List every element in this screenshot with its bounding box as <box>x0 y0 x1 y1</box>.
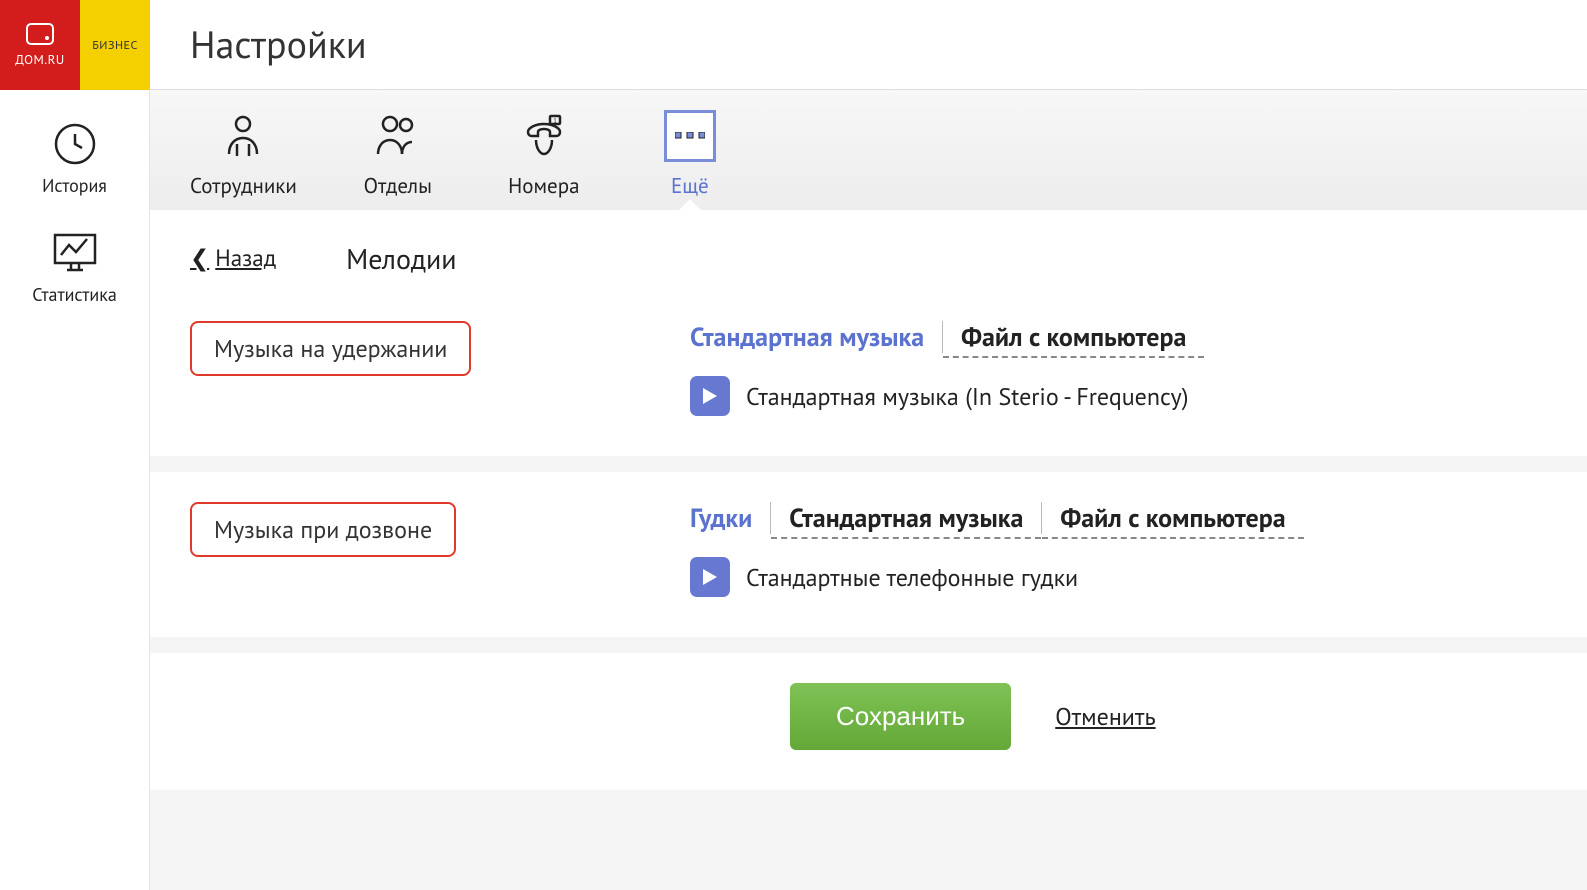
tab-label: Сотрудники <box>190 172 297 199</box>
sidebar-item-statistics[interactable]: Статистика <box>0 217 149 326</box>
more-icon <box>675 132 705 140</box>
ring-option-file[interactable]: Файл с компьютера <box>1042 502 1303 539</box>
logo-business[interactable]: БИЗНЕС <box>80 0 150 90</box>
clock-icon <box>53 122 97 166</box>
logo-block: ДОМ.RU БИЗНЕС <box>0 0 150 90</box>
settings-tabs: Сотрудники Отделы 1 Номера Ещё <box>150 90 1587 210</box>
cancel-link[interactable]: Отменить <box>1055 701 1155 732</box>
hold-music-label: Музыка на удержании <box>190 321 471 376</box>
hold-player: Стандартная музыка (In Sterio - Frequenc… <box>690 376 1547 416</box>
tab-label: Номера <box>508 172 579 199</box>
phone-icon: 1 <box>522 114 566 158</box>
chevron-left-icon: ❮ <box>190 244 209 273</box>
ring-player: Стандартные телефонные гудки <box>690 557 1547 597</box>
tab-label: Отделы <box>364 172 432 199</box>
footer-actions: Сохранить Отменить <box>150 653 1587 790</box>
tab-label: Ещё <box>671 172 709 199</box>
tab-numbers[interactable]: 1 Номера <box>499 110 589 199</box>
people-icon <box>374 114 422 158</box>
track-name: Стандартная музыка (In Sterio - Frequenc… <box>746 381 1188 412</box>
app-header: ДОМ.RU БИЗНЕС Настройки <box>0 0 1587 90</box>
svg-text:1: 1 <box>553 116 557 125</box>
play-button[interactable] <box>690 557 730 597</box>
logo-text: ДОМ.RU <box>15 51 65 68</box>
person-icon <box>223 114 263 158</box>
ring-option-beeps[interactable]: Гудки <box>690 502 770 535</box>
play-button[interactable] <box>690 376 730 416</box>
hold-music-panel: Музыка на удержании Стандартная музыка Ф… <box>150 291 1587 456</box>
hold-option-file[interactable]: Файл с компьютера <box>943 321 1204 358</box>
tab-departments[interactable]: Отделы <box>353 110 443 199</box>
stats-icon <box>51 231 99 275</box>
hold-option-tabs: Стандартная музыка Файл с компьютера <box>690 321 1547 358</box>
save-button[interactable]: Сохранить <box>790 683 1011 750</box>
sidebar: История Статистика <box>0 90 150 890</box>
sidebar-item-label: Статистика <box>32 283 117 306</box>
ring-music-label: Музыка при дозвоне <box>190 502 456 557</box>
hold-option-standard[interactable]: Стандартная музыка <box>690 321 942 354</box>
play-icon <box>703 388 717 404</box>
content-header: ❮ Назад Мелодии <box>150 210 1587 291</box>
logo-domru[interactable]: ДОМ.RU <box>0 0 80 90</box>
sidebar-item-history[interactable]: История <box>0 108 149 217</box>
sidebar-item-label: История <box>42 174 107 197</box>
ring-option-tabs: Гудки Стандартная музыка Файл с компьюте… <box>690 502 1547 539</box>
tv-icon <box>26 23 54 45</box>
page-title: Настройки <box>150 0 367 89</box>
back-link[interactable]: ❮ Назад <box>190 244 276 273</box>
play-icon <box>703 569 717 585</box>
track-name: Стандартные телефонные гудки <box>746 562 1078 593</box>
tab-employees[interactable]: Сотрудники <box>190 110 297 199</box>
section-title: Мелодии <box>346 240 456 277</box>
tab-more[interactable]: Ещё <box>645 110 735 199</box>
ring-option-standard[interactable]: Стандартная музыка <box>771 502 1041 539</box>
ring-music-panel: Музыка при дозвоне Гудки Стандартная муз… <box>150 472 1587 637</box>
